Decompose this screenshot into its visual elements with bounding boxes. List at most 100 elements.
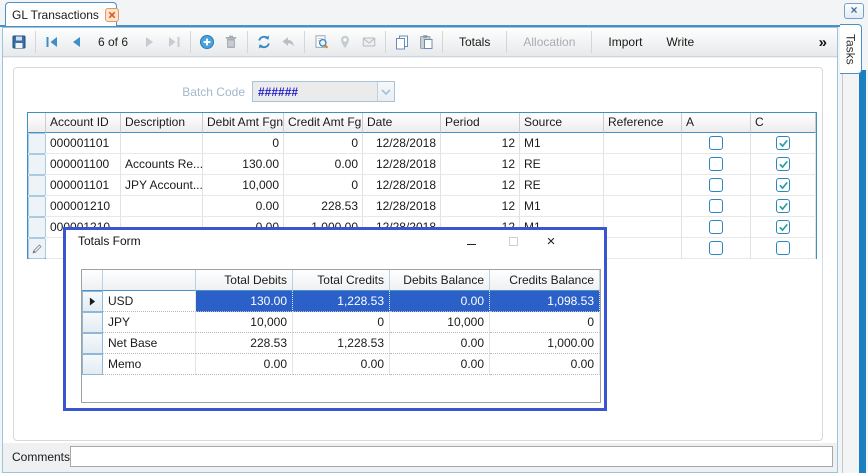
row-selector[interactable] (28, 133, 46, 154)
column-header-date[interactable]: Date (363, 113, 441, 133)
totals-cell-label[interactable]: Memo (103, 354, 196, 375)
cell-date[interactable]: 12/28/2018 (363, 175, 441, 196)
add-record-button[interactable] (195, 30, 219, 54)
totals-column-header-total_debits[interactable]: Total Debits (196, 270, 293, 291)
totals-column-header-credits_balance[interactable]: Credits Balance (490, 270, 600, 291)
column-header-debit[interactable]: Debit Amt Fgn (203, 113, 284, 133)
copy-button[interactable] (390, 30, 414, 54)
checkbox-a[interactable] (709, 220, 723, 234)
checkbox-c[interactable] (776, 178, 790, 192)
column-header-description[interactable]: Description (121, 113, 203, 133)
next-record-button[interactable] (138, 30, 162, 54)
cell-description[interactable]: Accounts Re... (121, 154, 203, 175)
checkbox-a[interactable] (709, 178, 723, 192)
checkbox-c[interactable] (776, 241, 790, 255)
comments-input[interactable] (70, 446, 833, 467)
cell-debit[interactable]: 130.00 (203, 154, 284, 175)
preview-button[interactable] (309, 30, 333, 54)
delete-record-button[interactable] (219, 30, 243, 54)
column-header-a[interactable]: A (682, 113, 751, 133)
column-header-account_id[interactable]: Account ID (46, 113, 121, 133)
cell-reference[interactable] (604, 175, 682, 196)
checkbox-a[interactable] (709, 157, 723, 171)
row-selector[interactable] (28, 175, 46, 196)
totals-cell-credits_balance[interactable]: 0 (490, 312, 600, 333)
cell-account_id[interactable]: 000001210 (46, 196, 121, 217)
totals-column-header-total_credits[interactable]: Total Credits (293, 270, 390, 291)
cell-period[interactable]: 12 (441, 196, 520, 217)
cell-account_id[interactable]: 000001100 (46, 154, 121, 175)
checkbox-c[interactable] (776, 220, 790, 234)
checkbox-c[interactable] (776, 157, 790, 171)
totals-cell-label[interactable]: Net Base (103, 333, 196, 354)
cell-source[interactable]: RE (520, 154, 604, 175)
checkbox-c[interactable] (776, 136, 790, 150)
pin-button[interactable] (333, 30, 357, 54)
totals-row-selector[interactable] (82, 354, 103, 375)
cell-description[interactable] (121, 133, 203, 154)
cell-date[interactable]: 12/28/2018 (363, 196, 441, 217)
column-header-credit[interactable]: Credit Amt Fgn (284, 113, 363, 133)
checkbox-a[interactable] (709, 241, 723, 255)
cell-reference[interactable] (604, 238, 682, 259)
totals-cell-total_credits[interactable]: 0 (293, 312, 390, 333)
totals-cell-total_credits[interactable]: 1,228.53 (293, 291, 390, 312)
checkbox-a[interactable] (709, 136, 723, 150)
allocation-button[interactable]: Allocation (511, 30, 587, 54)
column-header-c[interactable]: C (751, 113, 816, 133)
column-header-reference[interactable]: Reference (604, 113, 682, 133)
cell-source[interactable]: M1 (520, 133, 604, 154)
tasks-panel-tab[interactable]: Tasks (840, 24, 862, 74)
save-button[interactable] (7, 30, 31, 54)
refresh-button[interactable] (252, 30, 276, 54)
totals-cell-total_debits[interactable]: 130.00 (196, 291, 293, 312)
first-record-button[interactable] (40, 30, 64, 54)
cell-credit[interactable]: 0 (284, 175, 363, 196)
cell-date[interactable]: 12/28/2018 (363, 154, 441, 175)
cell-period[interactable]: 12 (441, 175, 520, 196)
minimize-button[interactable] (460, 232, 482, 251)
totals-button[interactable]: Totals (447, 30, 502, 54)
undo-button[interactable] (276, 30, 300, 54)
totals-cell-total_credits[interactable]: 0.00 (293, 354, 390, 375)
chevron-down-icon[interactable] (377, 82, 394, 101)
row-selector[interactable] (28, 154, 46, 175)
row-selector[interactable] (28, 217, 46, 238)
totals-cell-debits_balance[interactable]: 10,000 (390, 312, 490, 333)
cell-reference[interactable] (604, 196, 682, 217)
cell-debit[interactable]: 0.00 (203, 196, 284, 217)
totals-cell-total_debits[interactable]: 0.00 (196, 354, 293, 375)
totals-cell-debits_balance[interactable]: 0.00 (390, 354, 490, 375)
row-selector[interactable] (28, 196, 46, 217)
import-button[interactable]: Import (596, 30, 654, 54)
cell-debit[interactable]: 0 (203, 133, 284, 154)
totals-cell-debits_balance[interactable]: 0.00 (390, 291, 490, 312)
cell-account_id[interactable]: 000001101 (46, 133, 121, 154)
column-header-source[interactable]: Source (520, 113, 604, 133)
cell-description[interactable] (121, 196, 203, 217)
cell-account_id[interactable]: 000001101 (46, 175, 121, 196)
last-record-button[interactable] (162, 30, 186, 54)
cell-credit[interactable]: 228.53 (284, 196, 363, 217)
tab-close-icon[interactable] (105, 8, 119, 22)
totals-column-header-debits_balance[interactable]: Debits Balance (390, 270, 490, 291)
column-header-period[interactable]: Period (441, 113, 520, 133)
totals-cell-credits_balance[interactable]: 1,098.53 (490, 291, 600, 312)
cell-reference[interactable] (604, 154, 682, 175)
totals-column-header-label[interactable] (103, 270, 196, 291)
cell-credit[interactable]: 0 (284, 133, 363, 154)
window-close-button[interactable]: × (844, 3, 864, 19)
checkbox-c[interactable] (776, 199, 790, 213)
totals-row-selector[interactable] (82, 312, 103, 333)
totals-cell-total_debits[interactable]: 10,000 (196, 312, 293, 333)
write-button[interactable]: Write (654, 30, 706, 54)
cell-credit[interactable]: 0.00 (284, 154, 363, 175)
cell-debit[interactable]: 10,000 (203, 175, 284, 196)
totals-row-selector[interactable] (82, 333, 103, 354)
toolbar-overflow-button[interactable]: » (813, 34, 833, 51)
dialog-close-button[interactable]: × (540, 232, 562, 251)
totals-cell-credits_balance[interactable]: 1,000.00 (490, 333, 600, 354)
cell-source[interactable]: M1 (520, 196, 604, 217)
totals-cell-label[interactable]: JPY (103, 312, 196, 333)
cell-reference[interactable] (604, 217, 682, 238)
